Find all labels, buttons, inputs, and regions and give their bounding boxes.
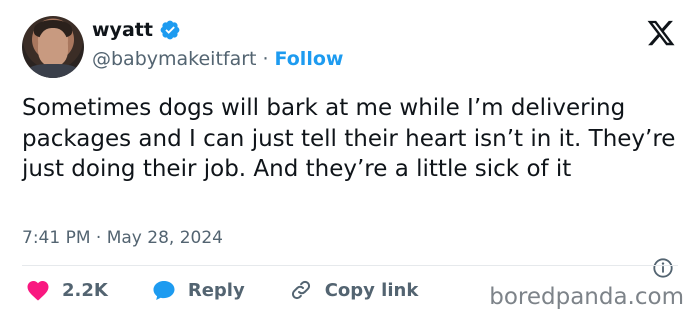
heart-icon <box>27 281 49 301</box>
copy-link-label: Copy link <box>324 279 419 301</box>
link-icon <box>291 280 310 300</box>
timestamp-separator: · <box>95 228 102 248</box>
copy-link-button[interactable]: Copy link <box>289 278 419 302</box>
author-name[interactable]: wyatt <box>92 19 153 41</box>
tweet-time[interactable]: 7:41 PM <box>22 228 91 248</box>
tweet-date[interactable]: May 28, 2024 <box>107 228 223 248</box>
avatar-shirt <box>26 64 80 78</box>
watermark: boredpanda.com <box>489 284 684 310</box>
reply-button[interactable]: Reply <box>152 279 245 301</box>
verified-badge-icon <box>160 20 180 40</box>
handle-separator: · <box>262 48 269 70</box>
reply-label: Reply <box>187 279 245 301</box>
author-handle-row: @babymakeitfart · Follow <box>92 48 343 70</box>
tweet-actions: 2.2K Reply Copy link <box>26 278 462 302</box>
author-handle[interactable]: @babymakeitfart <box>92 48 257 70</box>
tweet-timestamp[interactable]: 7:41 PM · May 28, 2024 <box>22 228 223 248</box>
like-button[interactable]: 2.2K <box>26 279 108 301</box>
x-logo-icon[interactable] <box>645 18 677 48</box>
follow-button[interactable]: Follow <box>275 48 344 70</box>
avatar-face <box>38 28 68 66</box>
avatar[interactable] <box>22 16 84 78</box>
reply-bubble-icon <box>153 281 175 300</box>
tweet-text: Sometimes dogs will bark at me while I’m… <box>22 95 676 182</box>
like-count: 2.2K <box>62 279 108 301</box>
divider <box>22 265 678 266</box>
info-icon[interactable] <box>652 257 674 279</box>
author-name-row: wyatt <box>92 19 181 41</box>
